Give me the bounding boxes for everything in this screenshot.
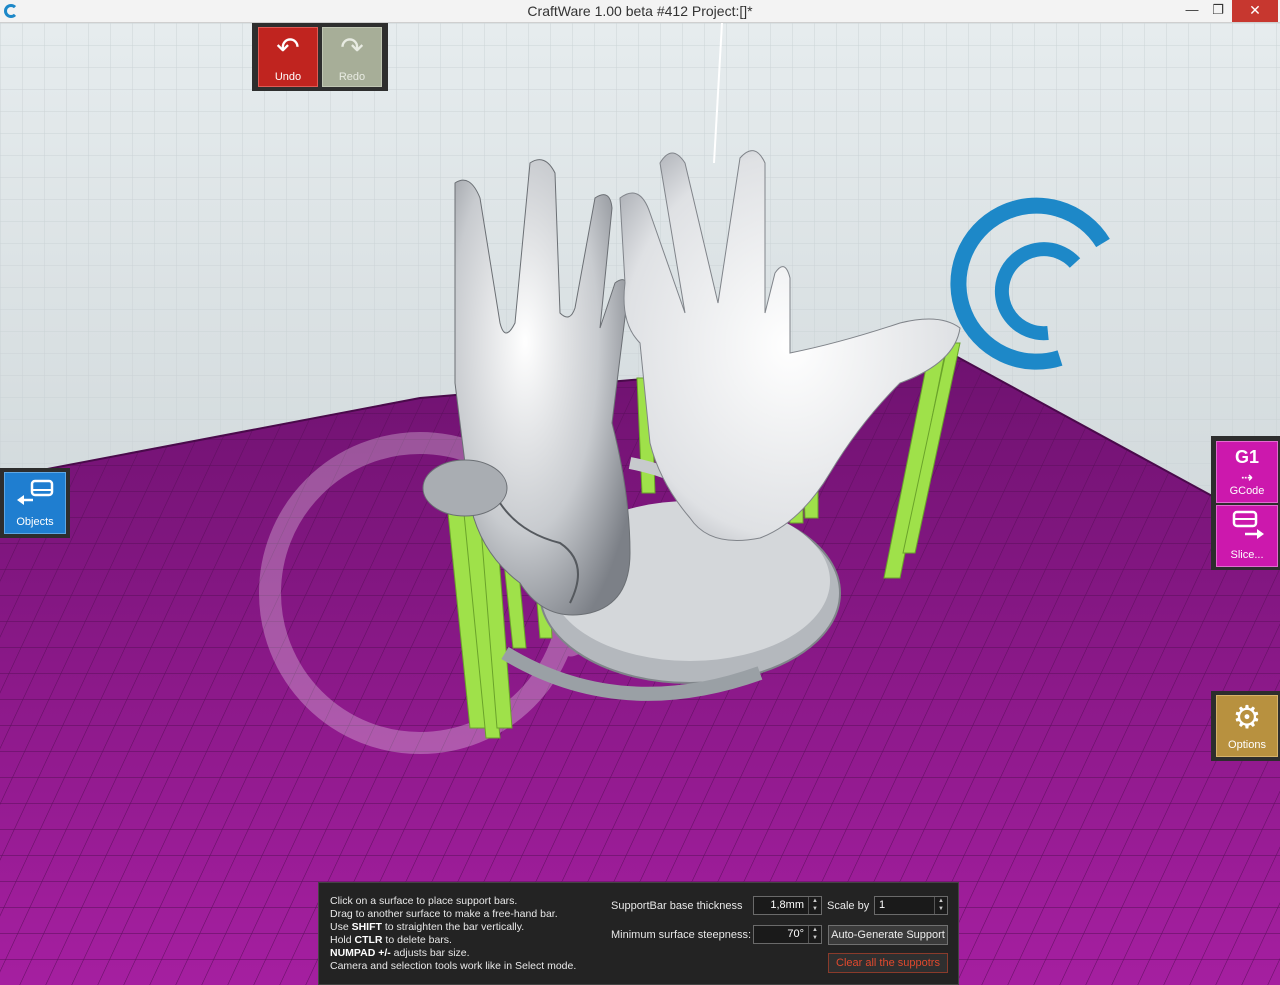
spin-arrows-icon[interactable]: ▲ ▼ [934,897,947,914]
steepness-label: Minimum surface steepness: [611,929,751,941]
options-label: Options [1228,739,1266,751]
scale-value: 1 [879,899,886,911]
clear-supports-button[interactable]: Clear all the suppotrs [828,953,948,973]
gcode-icon: G1 ⇢ [1234,447,1259,485]
help-line: Camera and selection tools work like in … [330,960,577,972]
spin-arrows-icon[interactable]: ▲ ▼ [808,926,821,943]
auto-generate-support-button[interactable]: Auto-Generate Support [828,925,948,945]
objects-icon [5,473,65,515]
3d-viewport[interactable]: unique [0,23,1280,985]
window-title: CraftWare 1.00 beta #412 Project:[]* [527,3,753,19]
help-line: Drag to another surface to make a free-h… [330,908,558,920]
help-line: Click on a surface to place support bars… [330,895,518,907]
gear-icon: ⚙ [1232,699,1262,735]
base-thickness-label: SupportBar base thickness [611,900,743,912]
undo-arrow-icon: ↶ [276,32,300,63]
help-line: NUMPAD +/- adjusts bar size. [330,947,470,959]
redo-label: Redo [338,71,366,83]
objects-label: Objects [16,516,54,528]
slice-label: Slice... [1230,549,1264,561]
options-button[interactable]: ⚙ Options [1216,695,1278,757]
objects-button[interactable]: Objects [4,472,66,534]
help-line: Hold CTLR to delete bars. [330,934,452,946]
redo-arrow-icon: ↷ [340,32,364,63]
help-line: Use SHIFT to straighten the bar vertical… [330,921,525,933]
steepness-spinbox[interactable]: 70° ▲ ▼ [753,925,822,944]
undo-label: Undo [274,71,302,83]
base-thickness-spinbox[interactable]: 1,8mm ▲ ▼ [753,896,822,915]
output-panel: G1 ⇢ GCode Slice... [1211,436,1280,570]
objects-panel: Objects [0,468,70,538]
steepness-value: 70° [787,928,804,940]
maximize-button[interactable]: ❐ [1206,0,1230,22]
base-thickness-value: 1,8mm [770,899,804,911]
redo-button[interactable]: ↷ Redo [322,27,382,87]
title-bar: CraftWare 1.00 beta #412 Project:[]* — ❐… [0,0,1280,23]
minimize-button[interactable]: — [1180,0,1204,22]
slice-button[interactable]: Slice... [1216,505,1278,567]
support-help-text: Click on a surface to place support bars… [330,895,576,973]
gcode-button[interactable]: G1 ⇢ GCode [1216,441,1278,503]
slice-icon [1217,506,1277,548]
support-settings-panel: Click on a surface to place support bars… [318,882,959,985]
scale-label: Scale by [827,900,870,912]
scale-spinbox[interactable]: 1 ▲ ▼ [874,896,948,915]
spin-arrows-icon[interactable]: ▲ ▼ [808,897,821,914]
undo-redo-toolbar: ↶ Undo ↷ Redo [252,23,388,91]
gcode-label: GCode [1229,485,1265,497]
close-button[interactable]: ✕ [1232,0,1278,22]
undo-button[interactable]: ↶ Undo [258,27,318,87]
options-panel: ⚙ Options [1211,691,1280,761]
